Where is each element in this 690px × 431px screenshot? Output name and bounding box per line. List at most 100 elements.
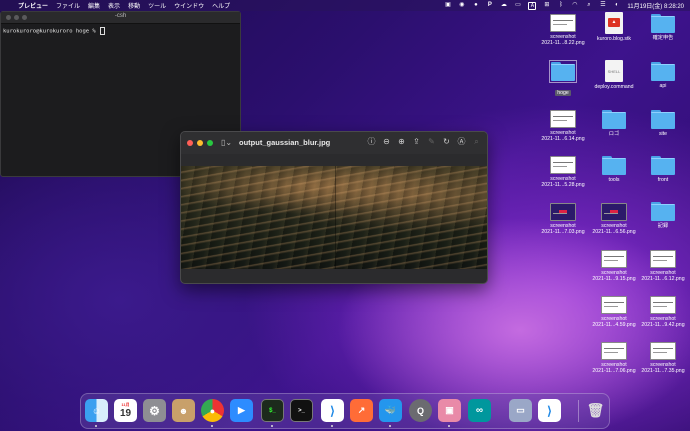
icon-label: 確定申告 [652, 35, 674, 41]
icon-label: screenshot 2021-11...7.03.png [541, 223, 585, 236]
terminal-icon[interactable]: $_ [261, 399, 284, 422]
preview-window[interactable]: ▯⌄ output_gaussian_blur.jpg ⓘ ⊖ ⊕ ⇪ ✎ ↻ … [180, 131, 488, 284]
desktop-folder[interactable]: 記録 [638, 202, 688, 229]
icon-label: deploy.command [594, 84, 634, 90]
sidebar-toggle-icon[interactable]: ▯⌄ [221, 138, 232, 147]
terminal-prompt-line[interactable]: kurokuroro@kurokuroro hoge % [1, 24, 240, 38]
info-icon[interactable]: ⓘ [367, 137, 376, 146]
markup-icon[interactable]: ✎ [427, 137, 436, 146]
preview-toolbar[interactable]: ▯⌄ output_gaussian_blur.jpg ⓘ ⊖ ⊕ ⇪ ✎ ↻ … [181, 132, 487, 154]
screenshot-thumbnail [650, 296, 676, 314]
menu-edit[interactable]: 編集 [88, 1, 100, 10]
desktop-folder-selected[interactable]: hoge [538, 60, 588, 99]
icon-label: screenshot 2021-11...5.28.png [541, 176, 585, 189]
desktop-folder[interactable]: site [638, 110, 688, 137]
cloud-icon[interactable]: ☁ [500, 2, 507, 9]
arduino-icon[interactable]: ∞ [468, 399, 491, 422]
system-preferences-icon[interactable]: ⚙ [143, 399, 166, 422]
zoom-button[interactable] [207, 140, 213, 146]
close-button[interactable] [187, 140, 193, 146]
screenshot-thumbnail [650, 342, 676, 360]
terminal-dark-icon[interactable]: >_ [290, 399, 313, 422]
zoom-out-icon[interactable]: ⊖ [382, 137, 391, 146]
folder-icon [651, 202, 675, 221]
cast-icon[interactable]: ▭ [514, 2, 521, 9]
vscode-icon[interactable]: ⟩ [321, 399, 344, 422]
search-icon[interactable]: ⌕ [585, 2, 592, 9]
desktop-folder[interactable]: front [638, 156, 688, 183]
menu-view[interactable]: 表示 [108, 1, 120, 10]
vscode-2-icon[interactable]: ⟩ [538, 399, 561, 422]
folder-icon [602, 110, 626, 129]
accessibility-icon[interactable]: ◉ [458, 2, 465, 9]
rotate-icon[interactable]: ↻ [442, 137, 451, 146]
minimize-button[interactable] [197, 140, 203, 146]
screenshot-thumbnail [550, 203, 576, 221]
menu-go[interactable]: 移動 [128, 1, 140, 10]
record-icon[interactable]: ● [472, 2, 479, 9]
contacts-icon[interactable]: ☻ [172, 399, 195, 422]
annotate-icon[interactable]: Ⓐ [457, 137, 466, 146]
menu-file[interactable]: ファイル [56, 1, 80, 10]
screenshot-app-icon[interactable]: ▭ [509, 399, 532, 422]
document-title[interactable]: output_gaussian_blur.jpg [239, 138, 330, 147]
icon-label: screenshot 2021-11...9.42.png [641, 316, 685, 329]
siri-icon[interactable]: ◐ [613, 2, 620, 9]
quicktime-icon[interactable]: Q [409, 399, 432, 422]
trash-icon[interactable]: 🗑 [584, 399, 607, 422]
text-input-icon[interactable]: A [528, 1, 537, 10]
calendar-icon[interactable]: 11月 19 [114, 399, 137, 422]
folder-icon [651, 156, 675, 175]
menu-window[interactable]: ウインドウ [174, 1, 204, 10]
folder-icon [651, 62, 675, 81]
desktop-icon-screenshot[interactable]: screenshot 2021-11...7.03.png [538, 203, 588, 236]
running-indicator [211, 425, 213, 427]
dock: ☺ 11月 19 ⚙ ☻ ● ▶ $_ >_ ⟩ ↗ 🐳 Q ▣ ∞ ▭ ⟩ 🗑 [80, 393, 610, 429]
desktop-icon-screenshot[interactable]: screenshot 2021-11...7.35.png [638, 342, 688, 375]
desktop-icon-screenshot[interactable]: screenshot 2021-11...4.59.png [589, 296, 639, 329]
menu-app-name[interactable]: プレビュー [18, 1, 48, 10]
desktop-icon-screenshot[interactable]: screenshot 2021-11...8.22.png [538, 14, 588, 47]
desktop-folder[interactable]: 確定申告 [638, 14, 688, 41]
terminal-titlebar[interactable]: -csh [1, 12, 240, 24]
menu-tools[interactable]: ツール [148, 1, 166, 10]
clock[interactable]: 11月19日(金) 8:28:20 [627, 1, 684, 10]
docker-icon[interactable]: 🐳 [379, 399, 402, 422]
parking-icon[interactable]: P [486, 2, 493, 9]
display-icon[interactable]: ▣ [444, 2, 451, 9]
desktop-folder[interactable]: tools [589, 156, 639, 183]
search-icon[interactable]: ⌕ [472, 137, 481, 146]
folder-icon [651, 110, 675, 129]
desktop-icon-screenshot[interactable]: screenshot 2021-11...5.28.png [538, 156, 588, 189]
preview-app-icon[interactable]: ▣ [438, 399, 461, 422]
terminal-title: -csh [114, 13, 127, 19]
icon-label: screenshot 2021-11...9.15.png [592, 270, 636, 283]
share-icon[interactable]: ⇪ [412, 137, 421, 146]
desktop-icon-screenshot[interactable]: screenshot 2021-11...9.15.png [589, 250, 639, 283]
menu-help[interactable]: ヘルプ [212, 1, 230, 10]
screenshot-thumbnail [601, 342, 627, 360]
status-area: ▣ ◉ ● P ☁ ▭ A ⊞ ᛒ ◠ ⌕ ☰ ◐ 11月19日(金) 8:28… [444, 0, 684, 11]
zoom-icon[interactable]: ▶ [230, 399, 253, 422]
shell-script-icon: SHELL [605, 60, 623, 82]
desktop-icon-screenshot[interactable]: screenshot 2021-11...6.12.png [638, 250, 688, 283]
bluetooth-icon[interactable]: ᛒ [557, 2, 564, 9]
desktop-folder[interactable]: api [638, 62, 688, 89]
desktop-folder[interactable]: ロゴ [589, 110, 639, 137]
desktop-icon-screenshot[interactable]: screenshot 2021-11...7.06.png [589, 342, 639, 375]
desktop-icon-screenshot[interactable]: screenshot 2021-11...9.42.png [638, 296, 688, 329]
wifi-icon[interactable]: ◠ [571, 2, 578, 9]
postman-icon[interactable]: ↗ [350, 399, 373, 422]
icon-label: api [659, 83, 667, 89]
control-center-icon[interactable]: ☰ [599, 2, 606, 9]
grid-icon[interactable]: ⊞ [543, 2, 550, 9]
desktop-icon-stickies[interactable]: ▲ kuroro.blog.stk [589, 12, 639, 42]
desktop-icon-screenshot[interactable]: screenshot 2021-11...6.14.png [538, 110, 588, 143]
desktop-icon-script[interactable]: SHELL deploy.command [589, 60, 639, 90]
finder-icon[interactable]: ☺ [85, 399, 108, 422]
zoom-in-icon[interactable]: ⊕ [397, 137, 406, 146]
running-indicator [389, 425, 391, 427]
icon-label: site [658, 131, 668, 137]
chrome-icon[interactable]: ● [201, 399, 224, 422]
desktop-icon-screenshot[interactable]: screenshot 2021-11...6.56.png [589, 203, 639, 236]
